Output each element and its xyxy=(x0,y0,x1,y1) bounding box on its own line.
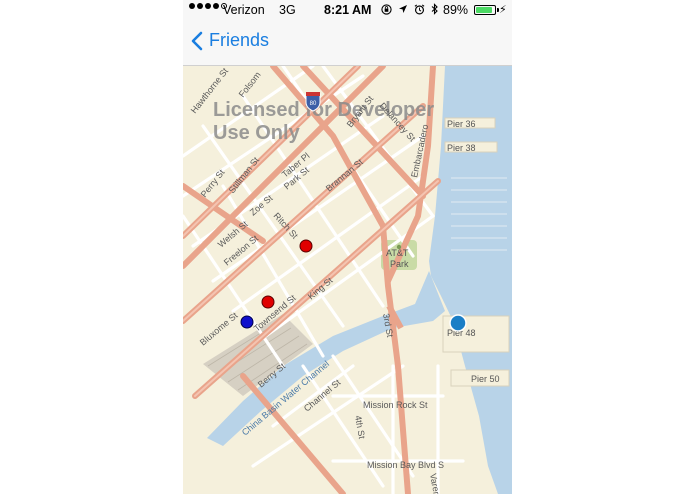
back-button-label: Friends xyxy=(209,30,270,50)
orientation-lock-icon xyxy=(381,3,392,15)
network-type: 3G xyxy=(279,3,296,17)
signal-dot xyxy=(213,3,219,9)
street-label: Mission Bay Blvd S xyxy=(367,460,444,470)
clock: 8:21 AM xyxy=(324,3,372,17)
park-label-line-2: Park xyxy=(390,259,409,269)
chevron-left-icon xyxy=(191,31,203,50)
map-watermark-line-2: Use Only xyxy=(213,122,301,144)
interstate-shield-icon: 80 xyxy=(305,92,321,112)
friend-marker[interactable] xyxy=(261,295,275,309)
location-arrow-icon xyxy=(399,5,407,13)
charging-bolt-icon: ⚡ xyxy=(499,4,507,16)
signal-dot xyxy=(205,3,211,9)
back-button[interactable]: Friends xyxy=(191,30,269,51)
street-label: Mission Rock St xyxy=(363,400,428,410)
current-location-marker[interactable] xyxy=(449,314,467,332)
phone-screen: Verizon 3G 8:21 AM 89% ⚡ Friends License… xyxy=(183,0,512,494)
alarm-icon xyxy=(414,3,425,14)
signal-strength-icon xyxy=(189,3,227,9)
park-icon xyxy=(396,244,402,250)
signal-dot xyxy=(189,3,195,9)
signal-dot xyxy=(197,3,203,9)
navigation-bar: Friends xyxy=(183,22,512,66)
status-icons xyxy=(381,3,439,15)
carrier-name: Verizon xyxy=(223,3,265,17)
bluetooth-icon xyxy=(431,3,438,15)
interstate-shield-label: 80 xyxy=(310,101,317,107)
pier-label: Pier 50 xyxy=(471,374,500,384)
friend-marker[interactable] xyxy=(240,315,254,329)
friend-marker[interactable] xyxy=(299,239,313,253)
battery-percent: 89% xyxy=(443,3,469,17)
map-canvas[interactable]: Licensed for Developer Use Only 80 Hawth… xyxy=(183,63,512,494)
pier-label: Pier 38 xyxy=(447,143,476,153)
battery-icon xyxy=(474,5,499,15)
pier-label: Pier 36 xyxy=(447,119,476,129)
status-bar: Verizon 3G 8:21 AM 89% ⚡ xyxy=(183,0,512,22)
park-label-line-1: AT&T xyxy=(386,248,409,258)
map-view[interactable]: Licensed for Developer Use Only 80 Hawth… xyxy=(183,63,512,494)
